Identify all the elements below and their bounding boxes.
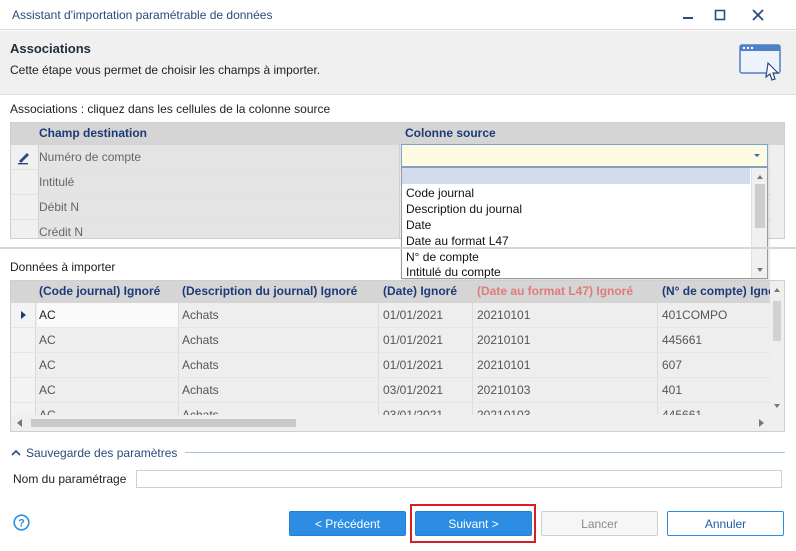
chevron-up-icon — [11, 449, 21, 456]
table-cell: 20210101 — [477, 333, 531, 347]
table-cell: 03/01/2021 — [383, 383, 444, 397]
section-divider — [0, 247, 796, 249]
associations-vertical-scrollbar[interactable] — [770, 145, 784, 238]
table-cell: 01/01/2021 — [383, 358, 444, 372]
destination-cell: Numéro de compte — [39, 150, 142, 164]
import-data-label: Données à importer — [10, 260, 116, 274]
maximize-button[interactable] — [706, 4, 734, 26]
minimize-icon — [683, 17, 693, 19]
save-section-title: Sauvegarde des paramètres — [26, 446, 178, 460]
launch-button[interactable]: Lancer — [541, 511, 658, 536]
window-title: Assistant d'importation paramétrable de … — [12, 8, 273, 22]
table-cell: Achats — [182, 308, 219, 322]
table-cell: AC — [39, 383, 56, 397]
row-indicator — [11, 195, 39, 219]
help-icon: ? — [13, 514, 30, 531]
column-header-source[interactable]: Colonne source — [405, 126, 496, 140]
table-cell: 401 — [662, 383, 683, 397]
import-data-horizontal-scrollbar[interactable] — [11, 415, 770, 431]
chevron-down-icon — [754, 154, 760, 157]
table-cell: Achats — [182, 358, 219, 372]
row-indicator — [11, 145, 39, 169]
maximize-icon — [714, 9, 726, 21]
table-cell: AC — [39, 358, 56, 372]
column-header-destination[interactable]: Champ destination — [39, 126, 147, 140]
table-row[interactable]: AC Achats 01/01/2021 20210101 445661 — [11, 328, 770, 353]
table-cell: AC — [39, 333, 56, 347]
save-section-header[interactable]: Sauvegarde des paramètres — [10, 445, 786, 461]
step-title: Associations — [10, 41, 91, 56]
close-button[interactable] — [744, 4, 772, 26]
import-data-header: (Code journal) Ignoré (Description du jo… — [11, 281, 775, 303]
horizontal-scroll-thumb[interactable] — [31, 419, 296, 427]
row-indicator — [11, 220, 39, 238]
import-data-grid: (Code journal) Ignoré (Description du jo… — [10, 280, 785, 432]
source-column-combo[interactable] — [401, 144, 768, 167]
parameter-name-label: Nom du paramétrage — [13, 472, 127, 486]
row-indicator — [11, 328, 36, 352]
row-indicator — [11, 303, 36, 327]
previous-button[interactable]: < Précédent — [289, 511, 406, 536]
svg-text:?: ? — [18, 518, 25, 530]
table-cell: 20210101 — [477, 358, 531, 372]
wizard-window-icon — [738, 39, 786, 90]
source-column-dropdown: Code journal Description du journal Date… — [401, 167, 768, 279]
current-row-arrow-icon — [21, 311, 26, 319]
table-cell: 445661 — [662, 333, 703, 347]
dropdown-scroll-thumb[interactable] — [755, 184, 765, 228]
destination-cell: Débit N — [39, 200, 80, 214]
column-header[interactable]: (Date au format L47) Ignoré — [477, 284, 633, 298]
step-description: Cette étape vous permet de choisir les c… — [10, 63, 321, 77]
table-row[interactable]: AC Achats 03/01/2021 20210103 401 — [11, 378, 770, 403]
dropdown-option[interactable]: Intitulé du compte — [406, 265, 501, 278]
destination-cell: Intitulé — [39, 175, 75, 189]
cancel-button[interactable]: Annuler — [667, 511, 784, 536]
table-cell: 20210103 — [477, 383, 531, 397]
save-section-line — [185, 452, 785, 453]
column-header[interactable]: (N° de compte) Igno — [662, 284, 775, 298]
dropdown-option[interactable]: N° de compte — [406, 250, 479, 264]
associations-grid-header: Champ destination Colonne source — [11, 123, 784, 145]
next-button-highlight — [410, 504, 536, 543]
edit-pencil-icon — [18, 153, 29, 165]
scroll-left-icon — [17, 419, 22, 427]
column-header[interactable]: (Date) Ignoré — [383, 284, 457, 298]
scroll-down-icon — [757, 268, 763, 272]
table-row[interactable]: AC Achats 01/01/2021 20210101 401COMPO — [11, 303, 770, 328]
table-cell: 607 — [662, 358, 683, 372]
dropdown-option[interactable]: Description du journal — [406, 202, 522, 216]
dropdown-option[interactable]: Date — [406, 218, 431, 232]
table-cell: AC — [39, 308, 56, 322]
dropdown-scrollbar[interactable] — [751, 168, 767, 278]
scroll-down-icon — [774, 404, 780, 408]
dropdown-empty-option[interactable] — [402, 168, 750, 184]
column-header[interactable]: (Code journal) Ignoré — [39, 284, 160, 298]
parameter-name-input[interactable] — [136, 470, 782, 488]
help-button[interactable]: ? — [13, 514, 30, 534]
scroll-up-icon — [757, 175, 763, 179]
table-cell: Achats — [182, 333, 219, 347]
table-cell: 01/01/2021 — [383, 308, 444, 322]
title-bar: Assistant d'importation paramétrable de … — [0, 0, 796, 30]
column-header[interactable]: (Description du journal) Ignoré — [182, 284, 357, 298]
row-indicator — [11, 170, 39, 194]
close-icon — [752, 9, 764, 21]
table-cell: Achats — [182, 383, 219, 397]
table-cell: 01/01/2021 — [383, 333, 444, 347]
dropdown-option[interactable]: Date au format L47 — [406, 234, 509, 248]
minimize-button[interactable] — [674, 4, 702, 26]
vertical-scroll-thumb[interactable] — [773, 301, 781, 341]
scroll-up-icon — [774, 288, 780, 292]
associations-label: Associations : cliquez dans les cellules… — [10, 102, 331, 116]
destination-cell: Crédit N — [39, 225, 84, 239]
row-indicator — [11, 378, 36, 402]
table-cell: 20210101 — [477, 308, 531, 322]
row-indicator — [11, 353, 36, 377]
dropdown-option[interactable]: Code journal — [406, 186, 474, 200]
table-row[interactable]: AC Achats 01/01/2021 20210101 607 — [11, 353, 770, 378]
import-data-vertical-scrollbar[interactable] — [770, 281, 784, 431]
table-cell: 401COMPO — [662, 308, 728, 322]
scroll-right-icon — [759, 419, 764, 427]
step-header: Associations Cette étape vous permet de … — [0, 31, 796, 95]
